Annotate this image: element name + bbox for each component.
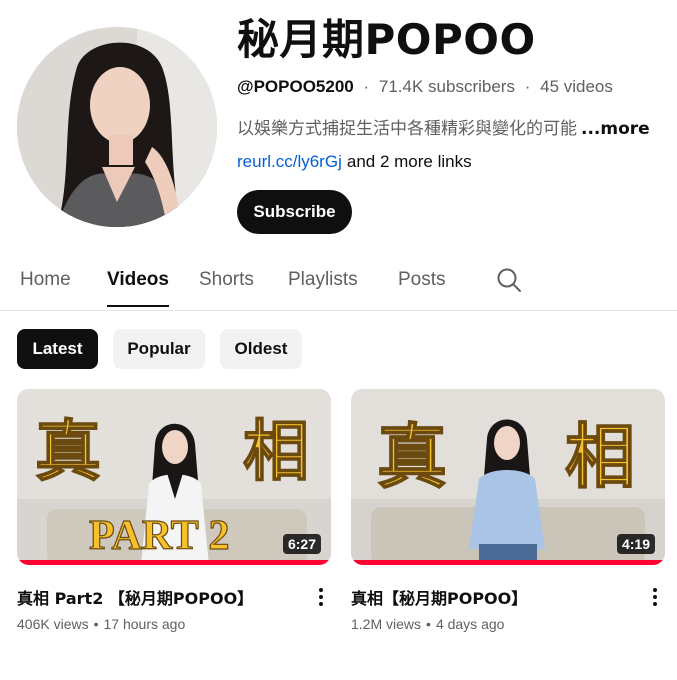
channel-handle: @POPOO5200 (237, 77, 354, 96)
separator-dot: · (524, 77, 531, 96)
upload-age: 17 hours ago (103, 616, 186, 632)
thumb-char-right: 相 (243, 413, 309, 490)
video-meta: 1.2M views • 4 days ago (351, 616, 504, 632)
filter-latest[interactable]: Latest (17, 329, 98, 369)
video-card[interactable]: 真 相 PART 2 6:27 真相 Part2 【秘月期POPOO】 406K… (17, 389, 331, 632)
description-text: 以娛樂方式捕捉生活中各種精彩與變化的可能 (237, 119, 577, 139)
video-count: 45 videos (540, 77, 613, 96)
separator-dot: • (426, 616, 431, 632)
watch-progress-bar (17, 560, 331, 565)
more-link[interactable]: ...more (581, 119, 650, 139)
channel-title: 秘月期POPOO (237, 15, 536, 64)
video-thumbnail[interactable]: 真 相 PART 2 6:27 (17, 389, 331, 565)
subscribe-button[interactable]: Subscribe (237, 190, 352, 234)
avatar-photo (17, 27, 217, 227)
tab-videos[interactable]: Videos (107, 267, 169, 307)
separator-dot: · (363, 77, 370, 96)
tab-posts[interactable]: Posts (398, 267, 446, 307)
video-title[interactable]: 真相【秘月期POPOO】 (351, 585, 527, 609)
tab-shorts[interactable]: Shorts (199, 267, 254, 307)
channel-avatar[interactable] (17, 27, 217, 227)
video-thumbnail[interactable]: 真 相 4:19 (351, 389, 665, 565)
more-links-text[interactable]: and 2 more links (347, 152, 472, 171)
chip-label: Latest (32, 339, 83, 358)
upload-age: 4 days ago (435, 616, 505, 632)
video-card[interactable]: 真 相 4:19 真相【秘月期POPOO】 1.2M views • 4 days … (351, 389, 665, 632)
tab-home[interactable]: Home (20, 267, 71, 307)
filter-oldest[interactable]: Oldest (220, 329, 302, 369)
view-count: 406K views (17, 616, 89, 632)
watch-progress-bar (351, 560, 665, 565)
subscriber-count: 71.4K subscribers (378, 77, 515, 96)
chip-label: Oldest (234, 339, 288, 358)
duration-badge: 6:27 (282, 534, 321, 554)
external-link[interactable]: reurl.cc/ly6rGj (237, 152, 342, 171)
filter-popular[interactable]: Popular (113, 329, 205, 369)
channel-links[interactable]: reurl.cc/ly6rGj and 2 more links (237, 152, 472, 172)
channel-tabs: Home Videos Shorts Playlists Posts (0, 258, 677, 311)
channel-description[interactable]: 以娛樂方式捕捉生活中各種精彩與變化的可能 ...more (237, 114, 650, 139)
view-count: 1.2M views (351, 616, 422, 632)
thumb-char-left: 真 (377, 416, 447, 498)
video-meta: 406K views • 17 hours ago (17, 616, 185, 632)
separator-dot: • (93, 616, 99, 632)
duration-badge: 4:19 (616, 534, 655, 554)
thumb-banner-text: PART 2 (89, 513, 229, 559)
more-options-icon[interactable] (311, 585, 331, 609)
thumb-char-right: 相 (565, 416, 635, 498)
tab-playlists[interactable]: Playlists (288, 267, 358, 307)
thumb-char-left: 真 (35, 413, 101, 490)
search-icon[interactable] (496, 267, 522, 298)
channel-meta: @POPOO5200 · 71.4K subscribers · 45 vide… (237, 77, 613, 97)
video-title[interactable]: 真相 Part2 【秘月期POPOO】 (17, 585, 253, 609)
chip-label: Popular (127, 339, 191, 358)
more-options-icon[interactable] (645, 585, 665, 609)
subscribe-label: Subscribe (253, 202, 336, 221)
